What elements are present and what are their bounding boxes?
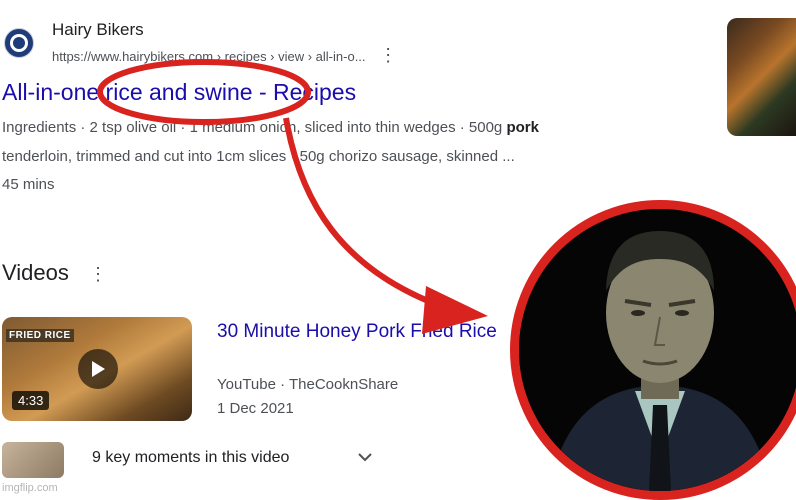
- site-url[interactable]: https://www.hairybikers.com › recipes › …: [52, 46, 397, 64]
- videos-more-icon[interactable]: ⋮: [89, 264, 107, 284]
- video-title-link[interactable]: 30 Minute Honey Pork Fried Rice: [217, 321, 497, 343]
- video-source: YouTube · TheCooknShare: [217, 376, 399, 393]
- videos-heading: Videos ⋮: [2, 260, 107, 286]
- key-moments-thumbnail[interactable]: [2, 442, 64, 478]
- videos-heading-text: Videos: [2, 260, 69, 285]
- video-date: 1 Dec 2021: [217, 400, 294, 417]
- chevron-down-icon[interactable]: [357, 450, 373, 468]
- video-duration: 4:33: [12, 391, 50, 410]
- key-moments-label[interactable]: 9 key moments in this video: [92, 449, 289, 467]
- result-snippet-line-1: Ingredients · 2 tsp olive oil · 1 medium…: [2, 119, 539, 136]
- man-in-suit-portrait-icon: [519, 209, 796, 491]
- result-title-link[interactable]: All-in-one rice and swine - Recipes: [2, 79, 356, 106]
- video-badge: FRIED RICE: [6, 329, 74, 342]
- snippet-text: Ingredients · 2 tsp olive oil · 1 medium…: [2, 119, 507, 136]
- annotation-arrow-line: [283, 117, 448, 311]
- result-thumbnail[interactable]: [727, 18, 796, 136]
- result-more-icon[interactable]: ⋮: [379, 45, 397, 65]
- video-thumbnail[interactable]: FRIED RICE 4:33: [2, 317, 192, 421]
- site-url-text[interactable]: https://www.hairybikers.com › recipes › …: [52, 49, 366, 64]
- imgflip-watermark: imgflip.com: [2, 482, 58, 494]
- play-icon[interactable]: [78, 349, 118, 389]
- meme-portrait: [510, 200, 796, 500]
- site-favicon: [4, 28, 34, 58]
- site-name[interactable]: Hairy Bikers: [52, 20, 144, 40]
- result-cook-time: 45 mins: [2, 176, 55, 193]
- hairy-bikers-logo-icon: [10, 34, 28, 52]
- result-snippet-line-2: tenderloin, trimmed and cut into 1cm sli…: [2, 148, 515, 165]
- snippet-highlight: pork: [506, 119, 539, 136]
